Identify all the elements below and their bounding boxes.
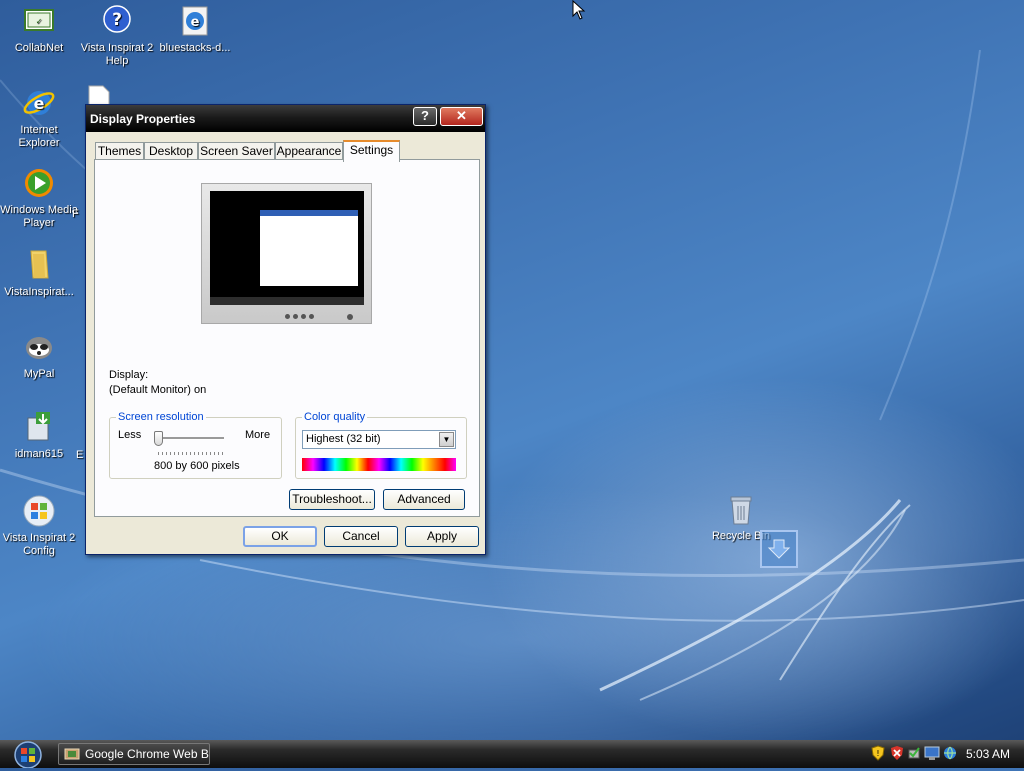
svg-text:!: ! xyxy=(876,749,879,758)
slider-more-label: More xyxy=(245,429,271,441)
color-quality-legend: Color quality xyxy=(302,411,368,423)
taskbar: Google Chrome Web B... ! 5:03 AM xyxy=(0,740,1024,769)
tab-settings[interactable]: Settings xyxy=(343,140,400,162)
cancel-button[interactable]: Cancel xyxy=(324,526,398,547)
preview-taskbar xyxy=(210,297,364,305)
desktop-icon-label: Vista Inspirat 2 Help xyxy=(80,42,154,67)
slider-ticks xyxy=(158,452,224,455)
svg-text:e: e xyxy=(191,15,200,30)
security-shield-icon[interactable]: ! xyxy=(870,745,886,761)
color-quality-group: Color quality Highest (32 bit) ▼ xyxy=(295,411,467,479)
start-button[interactable] xyxy=(8,740,48,769)
display-icon[interactable] xyxy=(924,745,940,761)
media-player-icon xyxy=(22,166,56,200)
help-icon: ? xyxy=(100,4,134,38)
mouse-cursor-icon xyxy=(572,0,586,20)
safely-remove-icon[interactable] xyxy=(906,745,922,761)
desktop-icon-vistainspirat-folder[interactable]: VistaInspirat... xyxy=(0,248,78,299)
tab-desktop[interactable]: Desktop xyxy=(144,142,198,160)
screen-resolution-group: Screen resolution Less More 800 by 600 p… xyxy=(109,411,282,479)
desktop-icon-collabnet[interactable]: ✓ CollabNet xyxy=(0,4,78,55)
advanced-button[interactable]: Advanced xyxy=(383,489,465,510)
color-quality-value: Highest (32 bit) xyxy=(306,433,381,445)
display-label: Display: xyxy=(109,369,149,381)
installer-icon xyxy=(22,410,56,444)
monitor-power-icon xyxy=(347,314,353,320)
desktop-icon-label: Internet Explorer xyxy=(18,124,60,149)
desktop-icon-label: Vista Inspirat 2 Config xyxy=(2,532,76,557)
svg-text:e: e xyxy=(34,94,45,113)
alert-shield-icon[interactable] xyxy=(889,745,905,761)
raccoon-icon xyxy=(22,330,56,364)
slider-less-label: Less xyxy=(118,429,142,441)
desktop-icon-vista-help[interactable]: ? Vista Inspirat 2 Help xyxy=(78,4,156,68)
internet-explorer-icon: e xyxy=(22,86,56,120)
screen-resolution-legend: Screen resolution xyxy=(116,411,206,423)
help-button[interactable]: ? xyxy=(413,107,437,126)
troubleshoot-button[interactable]: Troubleshoot... xyxy=(289,489,375,510)
monitor-preview xyxy=(201,183,372,324)
resolution-value: 800 by 600 pixels xyxy=(154,460,240,472)
desktop-icon-label: MyPal xyxy=(23,368,55,380)
taskbar-item-label: Google Chrome Web B... xyxy=(85,747,210,761)
internet-explorer-icon: e xyxy=(178,4,212,38)
monitor-button-icon xyxy=(309,314,314,319)
windows-orb-icon xyxy=(14,741,42,769)
settings-panel: Display: (Default Monitor) on Screen res… xyxy=(94,159,480,517)
color-spectrum-bar xyxy=(302,458,456,471)
tab-themes[interactable]: Themes xyxy=(95,142,144,160)
display-properties-dialog: Display Properties ? ✕ Themes Desktop Sc… xyxy=(85,104,486,555)
monitor-button-icon xyxy=(301,314,306,319)
clock[interactable]: 5:03 AM xyxy=(966,747,1010,761)
desktop-icon-label: CollabNet xyxy=(14,42,64,54)
installer-icon xyxy=(64,748,80,760)
windows-logo-icon xyxy=(22,494,56,528)
resolution-slider-thumb[interactable] xyxy=(154,431,163,446)
taskbar-item-chrome[interactable]: Google Chrome Web B... xyxy=(58,743,210,765)
desktop-icon-label: bluestacks-d... xyxy=(159,42,231,54)
apply-button[interactable]: Apply xyxy=(405,526,479,547)
svg-text:✓: ✓ xyxy=(36,17,43,26)
drag-selection-icon[interactable] xyxy=(760,530,798,568)
dialog-title: Display Properties xyxy=(90,112,196,126)
preview-window xyxy=(260,210,358,286)
chevron-down-icon[interactable]: ▼ xyxy=(439,432,454,447)
recycle-bin-icon xyxy=(724,492,758,526)
monitor-button-icon xyxy=(285,314,290,319)
network-icon[interactable] xyxy=(942,745,958,761)
color-quality-select[interactable]: Highest (32 bit) ▼ xyxy=(302,430,456,449)
desktop-icon-windows-media-player[interactable]: Windows Media Player xyxy=(0,166,78,230)
close-button[interactable]: ✕ xyxy=(440,107,483,126)
tab-appearance[interactable]: Appearance xyxy=(275,142,343,160)
desktop-icon-label: Windows Media Player xyxy=(0,204,78,229)
desktop-icon-label: VistaInspirat... xyxy=(4,286,74,298)
desktop-icon-internet-explorer[interactable]: e Internet Explorer xyxy=(0,86,78,150)
desktop-icon-label: idman615 xyxy=(14,448,64,460)
resolution-slider-track[interactable] xyxy=(156,437,224,440)
desktop-icon-vista-config[interactable]: Vista Inspirat 2 Config xyxy=(0,494,78,558)
collabnet-icon: ✓ xyxy=(22,4,56,38)
desktop-icon-mypal[interactable]: MyPal xyxy=(0,330,78,381)
folder-icon xyxy=(22,248,56,282)
monitor-button-icon xyxy=(293,314,298,319)
display-value: (Default Monitor) on xyxy=(109,384,207,396)
ok-button[interactable]: OK xyxy=(243,526,317,547)
desktop-icon-bluestacks[interactable]: e bluestacks-d... xyxy=(156,4,234,55)
svg-text:?: ? xyxy=(112,10,122,30)
monitor-screen xyxy=(210,191,364,305)
title-bar[interactable]: Display Properties ? ✕ xyxy=(86,105,485,132)
desktop-icon-idman615[interactable]: idman615 xyxy=(0,410,78,461)
tab-screen-saver[interactable]: Screen Saver xyxy=(198,142,275,160)
